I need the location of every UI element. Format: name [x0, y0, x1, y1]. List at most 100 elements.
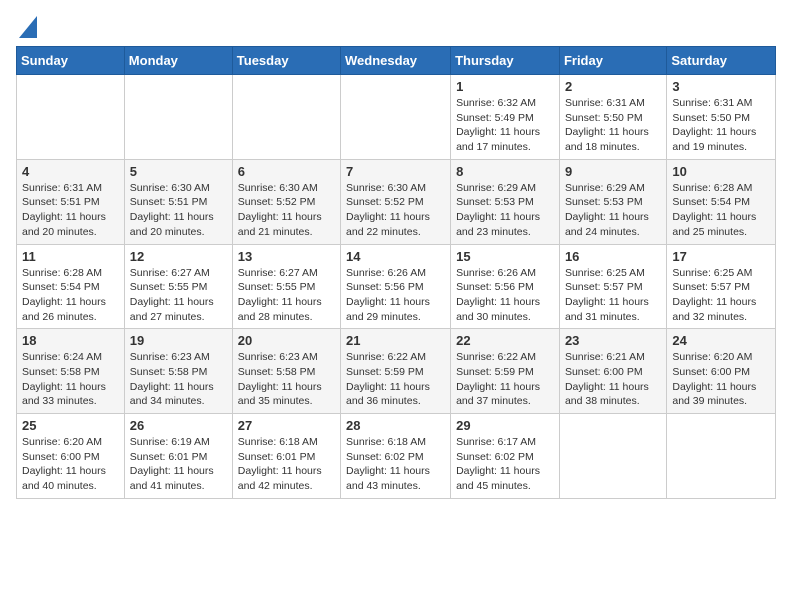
calendar-cell: 15 Sunrise: 6:26 AM Sunset: 5:56 PM Dayli… — [451, 244, 560, 329]
calendar-cell — [17, 75, 125, 160]
calendar-cell: 17 Sunrise: 6:25 AM Sunset: 5:57 PM Dayli… — [667, 244, 776, 329]
day-number: 23 — [565, 333, 661, 348]
calendar-cell: 10 Sunrise: 6:28 AM Sunset: 5:54 PM Dayli… — [667, 159, 776, 244]
day-info: Sunrise: 6:29 AM Sunset: 5:53 PM Dayligh… — [565, 181, 661, 240]
calendar-cell: 16Sunrise: 6:25 AM Sunset: 5:57 PM Dayli… — [559, 244, 666, 329]
day-number: 24 — [672, 333, 770, 348]
day-number: 11 — [22, 249, 119, 264]
calendar-header-row: SundayMondayTuesdayWednesdayThursdayFrid… — [17, 47, 776, 75]
day-number: 26 — [130, 418, 227, 433]
day-number: 4 — [22, 164, 119, 179]
day-of-week-header: Monday — [124, 47, 232, 75]
calendar-cell: 1 Sunrise: 6:32 AM Sunset: 5:49 PM Daylig… — [451, 75, 560, 160]
day-info: Sunrise: 6:28 AM Sunset: 5:54 PM Dayligh… — [22, 266, 119, 325]
day-info: Sunrise: 6:30 AM Sunset: 5:52 PM Dayligh… — [238, 181, 335, 240]
day-number: 28 — [346, 418, 445, 433]
calendar-week-row: 4 Sunrise: 6:31 AM Sunset: 5:51 PM Daylig… — [17, 159, 776, 244]
calendar-cell: 19Sunrise: 6:23 AM Sunset: 5:58 PM Dayli… — [124, 329, 232, 414]
day-of-week-header: Sunday — [17, 47, 125, 75]
calendar-cell: 27 Sunrise: 6:18 AM Sunset: 6:01 PM Dayli… — [232, 414, 340, 499]
day-number: 29 — [456, 418, 554, 433]
day-number: 3 — [672, 79, 770, 94]
day-info: Sunrise: 6:28 AM Sunset: 5:54 PM Dayligh… — [672, 181, 770, 240]
day-number: 5 — [130, 164, 227, 179]
day-info: Sunrise: 6:22 AM Sunset: 5:59 PM Dayligh… — [456, 350, 554, 409]
day-of-week-header: Friday — [559, 47, 666, 75]
calendar-cell: 24 Sunrise: 6:20 AM Sunset: 6:00 PM Dayli… — [667, 329, 776, 414]
calendar-cell: 11 Sunrise: 6:28 AM Sunset: 5:54 PM Dayli… — [17, 244, 125, 329]
page-header — [16, 16, 776, 38]
calendar-cell: 8Sunrise: 6:29 AM Sunset: 5:53 PM Daylig… — [451, 159, 560, 244]
calendar-cell — [559, 414, 666, 499]
day-number: 22 — [456, 333, 554, 348]
day-of-week-header: Tuesday — [232, 47, 340, 75]
calendar-week-row: 25 Sunrise: 6:20 AM Sunset: 6:00 PM Dayli… — [17, 414, 776, 499]
calendar-week-row: 18 Sunrise: 6:24 AM Sunset: 5:58 PM Dayli… — [17, 329, 776, 414]
calendar-cell — [232, 75, 340, 160]
day-number: 15 — [456, 249, 554, 264]
day-number: 19 — [130, 333, 227, 348]
calendar-cell: 29 Sunrise: 6:17 AM Sunset: 6:02 PM Dayli… — [451, 414, 560, 499]
calendar-cell: 28 Sunrise: 6:18 AM Sunset: 6:02 PM Dayli… — [341, 414, 451, 499]
day-number: 16 — [565, 249, 661, 264]
calendar-cell: 13 Sunrise: 6:27 AM Sunset: 5:55 PM Dayli… — [232, 244, 340, 329]
calendar-cell: 21 Sunrise: 6:22 AM Sunset: 5:59 PM Dayli… — [341, 329, 451, 414]
day-number: 6 — [238, 164, 335, 179]
day-info: Sunrise: 6:31 AM Sunset: 5:50 PM Dayligh… — [672, 96, 770, 155]
logo — [16, 16, 37, 38]
day-number: 1 — [456, 79, 554, 94]
day-info: Sunrise: 6:20 AM Sunset: 6:00 PM Dayligh… — [672, 350, 770, 409]
day-info: Sunrise: 6:31 AM Sunset: 5:51 PM Dayligh… — [22, 181, 119, 240]
calendar-cell: 20Sunrise: 6:23 AM Sunset: 5:58 PM Dayli… — [232, 329, 340, 414]
calendar-cell: 9 Sunrise: 6:29 AM Sunset: 5:53 PM Daylig… — [559, 159, 666, 244]
calendar-cell — [341, 75, 451, 160]
day-info: Sunrise: 6:32 AM Sunset: 5:49 PM Dayligh… — [456, 96, 554, 155]
day-of-week-header: Thursday — [451, 47, 560, 75]
day-info: Sunrise: 6:26 AM Sunset: 5:56 PM Dayligh… — [456, 266, 554, 325]
calendar-cell: 3 Sunrise: 6:31 AM Sunset: 5:50 PM Daylig… — [667, 75, 776, 160]
calendar-cell — [124, 75, 232, 160]
day-number: 27 — [238, 418, 335, 433]
day-number: 17 — [672, 249, 770, 264]
day-number: 7 — [346, 164, 445, 179]
day-info: Sunrise: 6:27 AM Sunset: 5:55 PM Dayligh… — [238, 266, 335, 325]
day-info: Sunrise: 6:17 AM Sunset: 6:02 PM Dayligh… — [456, 435, 554, 494]
day-number: 13 — [238, 249, 335, 264]
calendar-table: SundayMondayTuesdayWednesdayThursdayFrid… — [16, 46, 776, 499]
day-info: Sunrise: 6:18 AM Sunset: 6:02 PM Dayligh… — [346, 435, 445, 494]
day-of-week-header: Wednesday — [341, 47, 451, 75]
day-info: Sunrise: 6:26 AM Sunset: 5:56 PM Dayligh… — [346, 266, 445, 325]
day-info: Sunrise: 6:29 AM Sunset: 5:53 PM Dayligh… — [456, 181, 554, 240]
day-of-week-header: Saturday — [667, 47, 776, 75]
day-number: 2 — [565, 79, 661, 94]
day-info: Sunrise: 6:27 AM Sunset: 5:55 PM Dayligh… — [130, 266, 227, 325]
day-number: 18 — [22, 333, 119, 348]
day-info: Sunrise: 6:18 AM Sunset: 6:01 PM Dayligh… — [238, 435, 335, 494]
calendar-week-row: 11 Sunrise: 6:28 AM Sunset: 5:54 PM Dayli… — [17, 244, 776, 329]
day-number: 10 — [672, 164, 770, 179]
calendar-cell — [667, 414, 776, 499]
day-info: Sunrise: 6:25 AM Sunset: 5:57 PM Dayligh… — [672, 266, 770, 325]
day-info: Sunrise: 6:30 AM Sunset: 5:51 PM Dayligh… — [130, 181, 227, 240]
day-info: Sunrise: 6:22 AM Sunset: 5:59 PM Dayligh… — [346, 350, 445, 409]
day-number: 25 — [22, 418, 119, 433]
logo-triangle-icon — [19, 16, 37, 38]
calendar-week-row: 1 Sunrise: 6:32 AM Sunset: 5:49 PM Daylig… — [17, 75, 776, 160]
day-number: 9 — [565, 164, 661, 179]
calendar-cell: 7 Sunrise: 6:30 AM Sunset: 5:52 PM Daylig… — [341, 159, 451, 244]
calendar-cell: 22 Sunrise: 6:22 AM Sunset: 5:59 PM Dayli… — [451, 329, 560, 414]
calendar-cell: 18 Sunrise: 6:24 AM Sunset: 5:58 PM Dayli… — [17, 329, 125, 414]
calendar-cell: 14 Sunrise: 6:26 AM Sunset: 5:56 PM Dayli… — [341, 244, 451, 329]
calendar-cell: 2 Sunrise: 6:31 AM Sunset: 5:50 PM Daylig… — [559, 75, 666, 160]
day-info: Sunrise: 6:24 AM Sunset: 5:58 PM Dayligh… — [22, 350, 119, 409]
day-number: 12 — [130, 249, 227, 264]
day-info: Sunrise: 6:31 AM Sunset: 5:50 PM Dayligh… — [565, 96, 661, 155]
calendar-cell: 4 Sunrise: 6:31 AM Sunset: 5:51 PM Daylig… — [17, 159, 125, 244]
calendar-cell: 12 Sunrise: 6:27 AM Sunset: 5:55 PM Dayli… — [124, 244, 232, 329]
day-number: 21 — [346, 333, 445, 348]
day-info: Sunrise: 6:20 AM Sunset: 6:00 PM Dayligh… — [22, 435, 119, 494]
day-info: Sunrise: 6:30 AM Sunset: 5:52 PM Dayligh… — [346, 181, 445, 240]
day-info: Sunrise: 6:23 AM Sunset: 5:58 PM Dayligh… — [238, 350, 335, 409]
calendar-cell: 5 Sunrise: 6:30 AM Sunset: 5:51 PM Daylig… — [124, 159, 232, 244]
day-number: 14 — [346, 249, 445, 264]
